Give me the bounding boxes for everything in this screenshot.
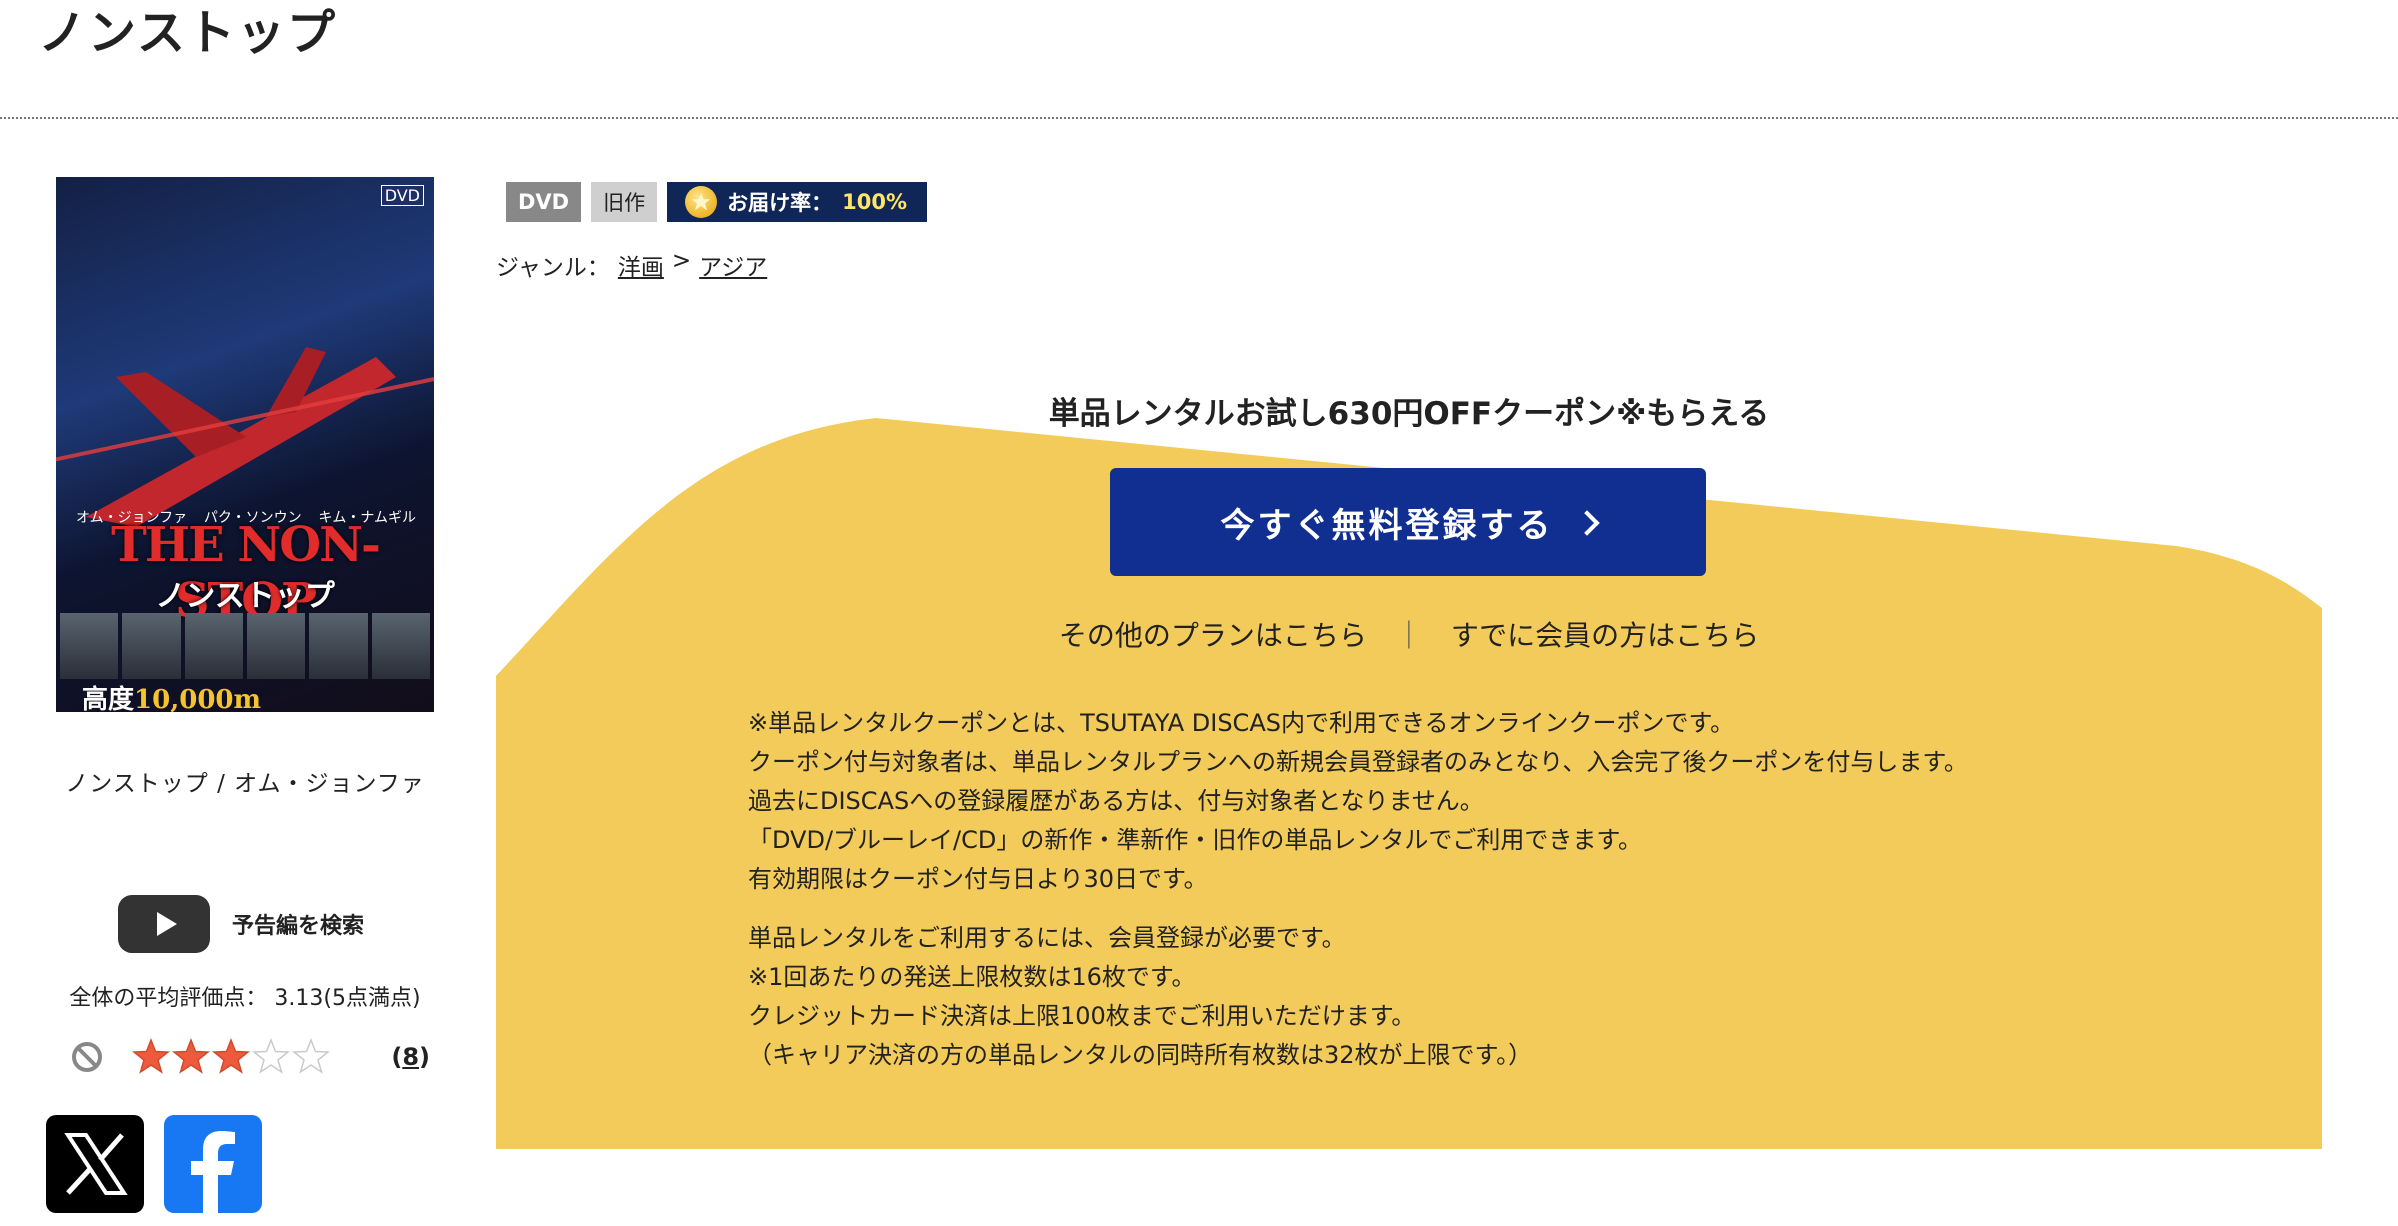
link-separator: ｜ [1394,619,1423,652]
notes-block-coupon: ※単品レンタルクーポンとは、TSUTAYA DISCAS内で利用できるオンライン… [748,704,2048,899]
jacket-dvd-mark: DVD [380,185,424,206]
notes-block-rental: 単品レンタルをご利用するには、会員登録が必要です。 ※1回あたりの発送上限枚数は… [748,919,2048,1075]
genre-link-western[interactable]: 洋画 [618,248,664,282]
note-line: ※単品レンタルクーポンとは、TSUTAYA DISCAS内で利用できるオンライン… [748,709,1735,737]
dvd-jacket-image[interactable]: DVD オム・ジョンファ パク・ソンウン キム・ナムギル THE NON-STO… [56,177,434,712]
x-logo-icon [64,1133,128,1195]
promo-headline: 単品レンタルお試し630円OFFクーポン※もらえる [1048,396,1770,432]
delivery-rate-label: お届け率： [727,191,833,215]
star-empty-icon [292,1038,330,1074]
rating-stars [132,1038,330,1076]
facebook-share-button[interactable] [164,1115,262,1213]
delivery-rate-value: 100% [842,190,908,214]
member-login-link[interactable]: すでに会員の方はこちら [1451,614,1759,654]
free-register-button[interactable]: 今すぐ無料登録する [1110,468,1706,576]
free-register-label: 今すぐ無料登録する [1220,505,1554,546]
jacket-tagline: 高度10,000m [82,679,261,712]
coupon-notes: ※単品レンタルクーポンとは、TSUTAYA DISCAS内で利用できるオンライン… [748,704,2048,1095]
play-icon[interactable] [118,895,210,953]
jacket-tagline-highlight: 10,000m [134,685,262,712]
note-line: ※1回あたりの発送上限枚数は16枚です。 [748,963,1196,991]
status-badge: 旧作 [591,182,658,222]
note-line: （キャリア決済の方の単品レンタルの同時所有枚数は32枚が上限です。） [748,1041,1533,1069]
jacket-title-jp: ノンストップ [155,579,335,614]
genre-breadcrumb: ジャンル： 洋画 > アジア [496,248,767,282]
other-plans-link[interactable]: その他のプランはこちら [1059,614,1367,654]
delivery-rate-badge: お届け率： 100% [667,182,928,222]
genre-separator: > [671,248,692,274]
trailer-search-link[interactable]: 予告編を検索 [118,895,364,953]
note-line: 有効期限はクーポン付与日より30日です。 [748,865,1208,893]
genre-link-asia[interactable]: アジア [699,248,767,282]
airplane-illustration [86,347,396,527]
note-line: クーポン付与対象者は、単品レンタルプランへの新規会員登録者のみとなり、入会完了後… [748,748,1968,776]
rating-row: (8) [70,1035,430,1079]
title-divider [0,117,2398,119]
star-filled-icon [172,1038,210,1074]
item-caption: ノンストップ / オム・ジョンファ [65,771,425,797]
star-coin-icon [685,186,718,218]
review-count[interactable]: (8) [391,1043,430,1071]
format-badge: DVD [506,182,582,222]
average-rating-label: 全体の平均評価点： 3.13(5点満点) [69,986,421,1011]
ban-icon[interactable] [70,1040,104,1074]
trailer-search-label[interactable]: 予告編を検索 [232,908,364,940]
star-filled-icon [212,1038,250,1074]
plan-links: その他のプランはこちら ｜ すでに会員の方はこちら [496,614,2322,654]
jacket-tagline-prefix: 高度 [82,685,135,712]
chevron-right-icon [1573,510,1600,536]
note-line: クレジットカード決済は上限100枚までご利用いただけます。 [748,1002,1416,1030]
note-line: 過去にDISCASへの登録履歴がある方は、付与対象者となりません。 [748,787,1484,815]
genre-label: ジャンル： [496,255,610,281]
star-filled-icon [132,1038,170,1074]
facebook-logo-icon [191,1131,235,1213]
x-share-button[interactable] [46,1115,144,1213]
badge-row: DVD 旧作 お届け率： 100% [506,182,928,222]
star-empty-icon [252,1038,290,1074]
review-count-link[interactable]: 8 [402,1043,419,1071]
page-title: ノンストップ [38,5,338,61]
note-line: 「DVD/ブルーレイ/CD」の新作・準新作・旧作の単品レンタルでご利用できます。 [748,826,1642,854]
jacket-photo-strip [56,613,434,679]
note-line: 単品レンタルをご利用するには、会員登録が必要です。 [748,924,1346,952]
